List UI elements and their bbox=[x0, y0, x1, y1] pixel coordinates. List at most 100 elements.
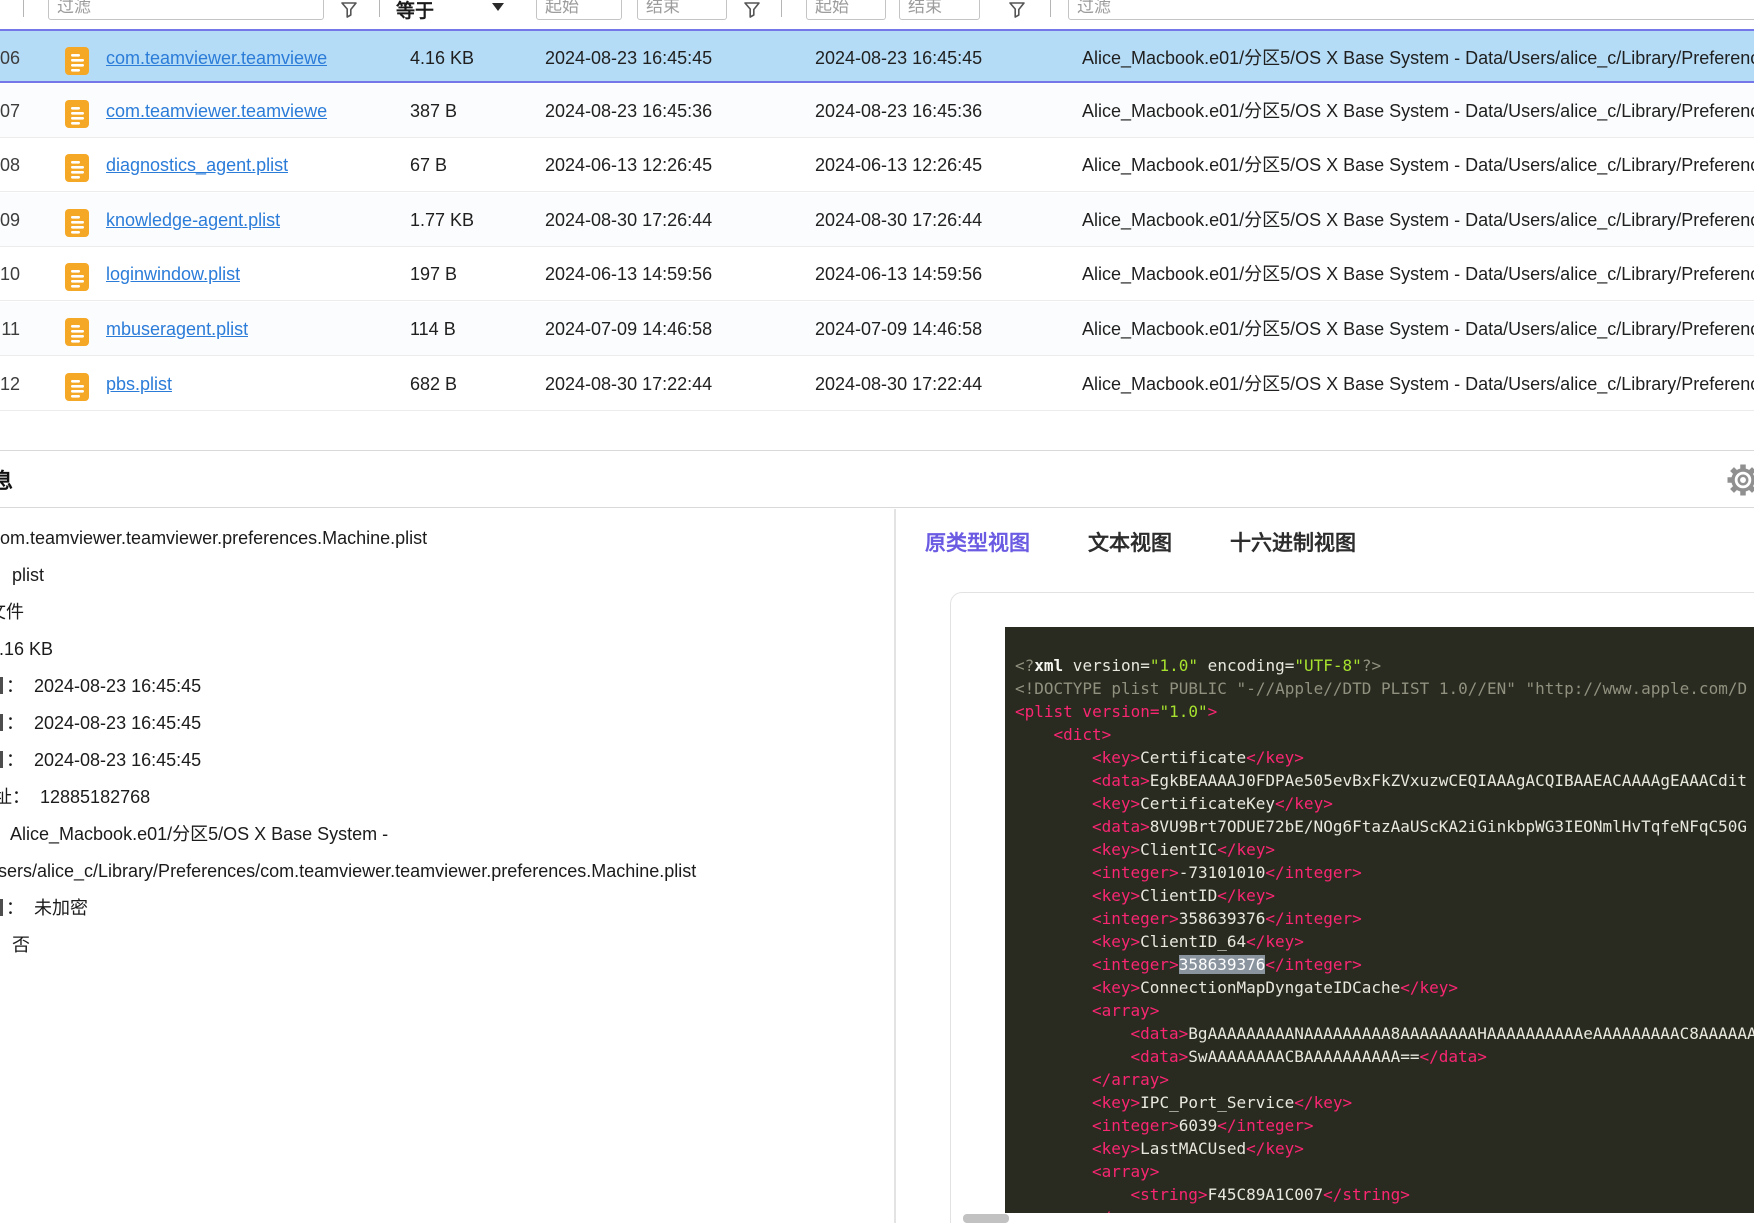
file-path: Alice_Macbook.e01/分区5/OS X Base System -… bbox=[1082, 264, 1754, 284]
code-token: CertificateKey bbox=[1140, 794, 1276, 813]
code-token: </key> bbox=[1294, 1093, 1353, 1112]
info-line-text: sers/alice_c/Library/Preferences/com.tea… bbox=[0, 861, 697, 881]
end-time-input-2[interactable] bbox=[899, 0, 980, 20]
file-info-header: 息 bbox=[0, 450, 1754, 508]
info-line-text: ： 2024-08-23 16:45:45 bbox=[6, 750, 202, 770]
code-token: <key> bbox=[1092, 794, 1141, 813]
code-token: encoding= bbox=[1198, 656, 1295, 675]
table-row[interactable]: 06 com.teamviewer.teamviewe 4.16 KB 2024-08… bbox=[0, 29, 1754, 83]
code-token: version= bbox=[1063, 656, 1150, 675]
tab-active-view[interactable]: 原类型视图 bbox=[925, 527, 1030, 557]
start-time: 2024-06-13 14:59:56 bbox=[545, 264, 713, 284]
funnel-icon[interactable] bbox=[340, 1, 358, 19]
funnel-icon[interactable] bbox=[1008, 1, 1026, 19]
clipped-char-sliver bbox=[0, 751, 3, 768]
clipped-char-sliver bbox=[0, 677, 3, 694]
code-token: <? bbox=[1015, 656, 1035, 675]
info-line-text: 否 bbox=[12, 935, 30, 955]
file-name-link[interactable]: com.teamviewer.teamviewe bbox=[106, 84, 327, 138]
code-token: </key> bbox=[1217, 840, 1276, 859]
file-name-link[interactable]: mbuseragent.plist bbox=[106, 302, 248, 356]
row-number: 06 bbox=[0, 48, 20, 68]
code-token: <integer> bbox=[1092, 955, 1179, 974]
table-row[interactable]: 09 knowledge-agent.plist 1.77 KB 2024-08-30… bbox=[0, 193, 1754, 247]
code-token: <data> bbox=[1092, 817, 1150, 836]
code-token: </string> bbox=[1323, 1185, 1410, 1204]
chevron-down-icon[interactable] bbox=[492, 3, 504, 11]
info-line: ： 2024-08-23 16:45:45 bbox=[0, 705, 201, 742]
file-name-link[interactable]: loginwindow.plist bbox=[106, 247, 240, 301]
table-row[interactable]: 12 pbs.plist 682 B 2024-08-30 17:22:44 2024-… bbox=[0, 357, 1754, 411]
file-name-link[interactable]: com.teamviewer.teamviewe bbox=[106, 31, 327, 85]
plist-file-icon bbox=[64, 96, 90, 128]
plist-file-icon bbox=[64, 43, 90, 75]
size-operator-dropdown[interactable]: 等于 bbox=[396, 0, 434, 23]
horizontal-scrollbar-thumb[interactable] bbox=[963, 1214, 1009, 1223]
code-token: </key> bbox=[1246, 932, 1304, 951]
end-time: 2024-06-13 14:59:56 bbox=[815, 264, 983, 284]
xml-code: <?xml version="1.0" encoding="UTF-8"?> <!… bbox=[1005, 627, 1754, 1213]
code-token: "UTF-8" bbox=[1294, 656, 1362, 675]
end-time: 2024-08-23 16:45:45 bbox=[815, 48, 983, 68]
code-token: F45C89A1C007 bbox=[1207, 1185, 1324, 1204]
code-line: <data>8VU9Brt7ODUE72bE/NOg6FtazAaUScKA2i… bbox=[1015, 815, 1754, 838]
info-line-text: ： 2024-08-23 16:45:45 bbox=[6, 713, 202, 733]
start-time: 2024-08-23 16:45:45 bbox=[545, 48, 713, 68]
name-filter-input[interactable] bbox=[48, 0, 324, 20]
code-token: LastMACUsed bbox=[1140, 1139, 1247, 1158]
code-token: 6039 bbox=[1178, 1116, 1218, 1135]
info-line: Alice_Macbook.e01/分区5/OS X Base System - bbox=[10, 816, 388, 853]
code-token: > bbox=[1207, 702, 1218, 721]
filter-separator bbox=[781, 0, 782, 17]
code-line: <key>ClientIC</key> bbox=[1015, 838, 1754, 861]
file-path: Alice_Macbook.e01/分区5/OS X Base System -… bbox=[1082, 319, 1754, 339]
file-name-link[interactable]: knowledge-agent.plist bbox=[106, 193, 280, 247]
info-line-text: ： 未加密 bbox=[6, 898, 89, 918]
code-token: <string> bbox=[1130, 1185, 1208, 1204]
code-token: </key> bbox=[1217, 886, 1276, 905]
file-path: Alice_Macbook.e01/分区5/OS X Base System -… bbox=[1082, 210, 1754, 230]
path-filter-input[interactable] bbox=[1068, 0, 1754, 20]
code-token: <data> bbox=[1130, 1047, 1189, 1066]
gear-icon[interactable] bbox=[1726, 463, 1754, 497]
code-line: <plist version="1.0"> bbox=[1015, 700, 1754, 723]
tab-view[interactable]: 文本视图 bbox=[1088, 527, 1172, 557]
info-line-text: ： 2024-08-23 16:45:45 bbox=[6, 676, 202, 696]
code-line: <integer>358639376</integer> bbox=[1015, 907, 1754, 930]
code-token: <integer> bbox=[1092, 863, 1179, 882]
code-token: <array> bbox=[1092, 1162, 1160, 1181]
info-line-text: 4.16 KB bbox=[0, 639, 54, 659]
table-row[interactable]: 07 com.teamviewer.teamviewe 387 B 2024-08-2… bbox=[0, 84, 1754, 138]
code-line: <data>EgkBEAAAAJ0FDPAe505evBxFkZVxuzwCEQ… bbox=[1015, 769, 1754, 792]
table-row[interactable]: 10 loginwindow.plist 197 B 2024-06-13 14:59… bbox=[0, 247, 1754, 301]
code-token: <key> bbox=[1092, 748, 1141, 767]
highlighted-value: 358639376 bbox=[1178, 955, 1266, 974]
code-line: <dict> bbox=[1015, 723, 1754, 746]
plist-file-icon bbox=[64, 369, 90, 401]
info-line: plist bbox=[12, 557, 44, 594]
code-token: </data> bbox=[1419, 1047, 1487, 1066]
table-row[interactable]: 11 mbuseragent.plist 114 B 2024-07-09 14:46… bbox=[0, 302, 1754, 356]
file-name-link[interactable]: pbs.plist bbox=[106, 357, 172, 411]
code-token: IPC_Port_Service bbox=[1140, 1093, 1295, 1112]
code-token: <key> bbox=[1092, 840, 1141, 859]
code-line: <integer>6039</integer> bbox=[1015, 1114, 1754, 1137]
table-row[interactable]: 08 diagnostics_agent.plist 67 B 2024-06-13 … bbox=[0, 138, 1754, 192]
code-token: "1.0" bbox=[1159, 702, 1208, 721]
funnel-icon[interactable] bbox=[743, 1, 761, 19]
row-number: 09 bbox=[0, 210, 20, 230]
clipped-char-sliver bbox=[0, 714, 3, 731]
clipped-char-sliver bbox=[0, 899, 3, 916]
end-time: 2024-08-23 16:45:36 bbox=[815, 101, 983, 121]
start-time-input-2[interactable] bbox=[806, 0, 886, 20]
code-token: 8VU9Brt7ODUE72bE/NOg6FtazAaUScKA2iGinkbp… bbox=[1149, 817, 1748, 836]
file-size: 4.16 KB bbox=[410, 48, 475, 68]
code-line: <key>Certificate</key> bbox=[1015, 746, 1754, 769]
info-line: ： 2024-08-23 16:45:45 bbox=[0, 742, 201, 779]
tab-view[interactable]: 十六进制视图 bbox=[1230, 527, 1356, 557]
end-time-input-1[interactable] bbox=[637, 0, 727, 20]
file-name-link[interactable]: diagnostics_agent.plist bbox=[106, 138, 288, 192]
start-time-input-1[interactable] bbox=[536, 0, 622, 20]
code-token: ?> bbox=[1361, 656, 1382, 675]
code-line: <key>IPC_Port_Service</key> bbox=[1015, 1091, 1754, 1114]
